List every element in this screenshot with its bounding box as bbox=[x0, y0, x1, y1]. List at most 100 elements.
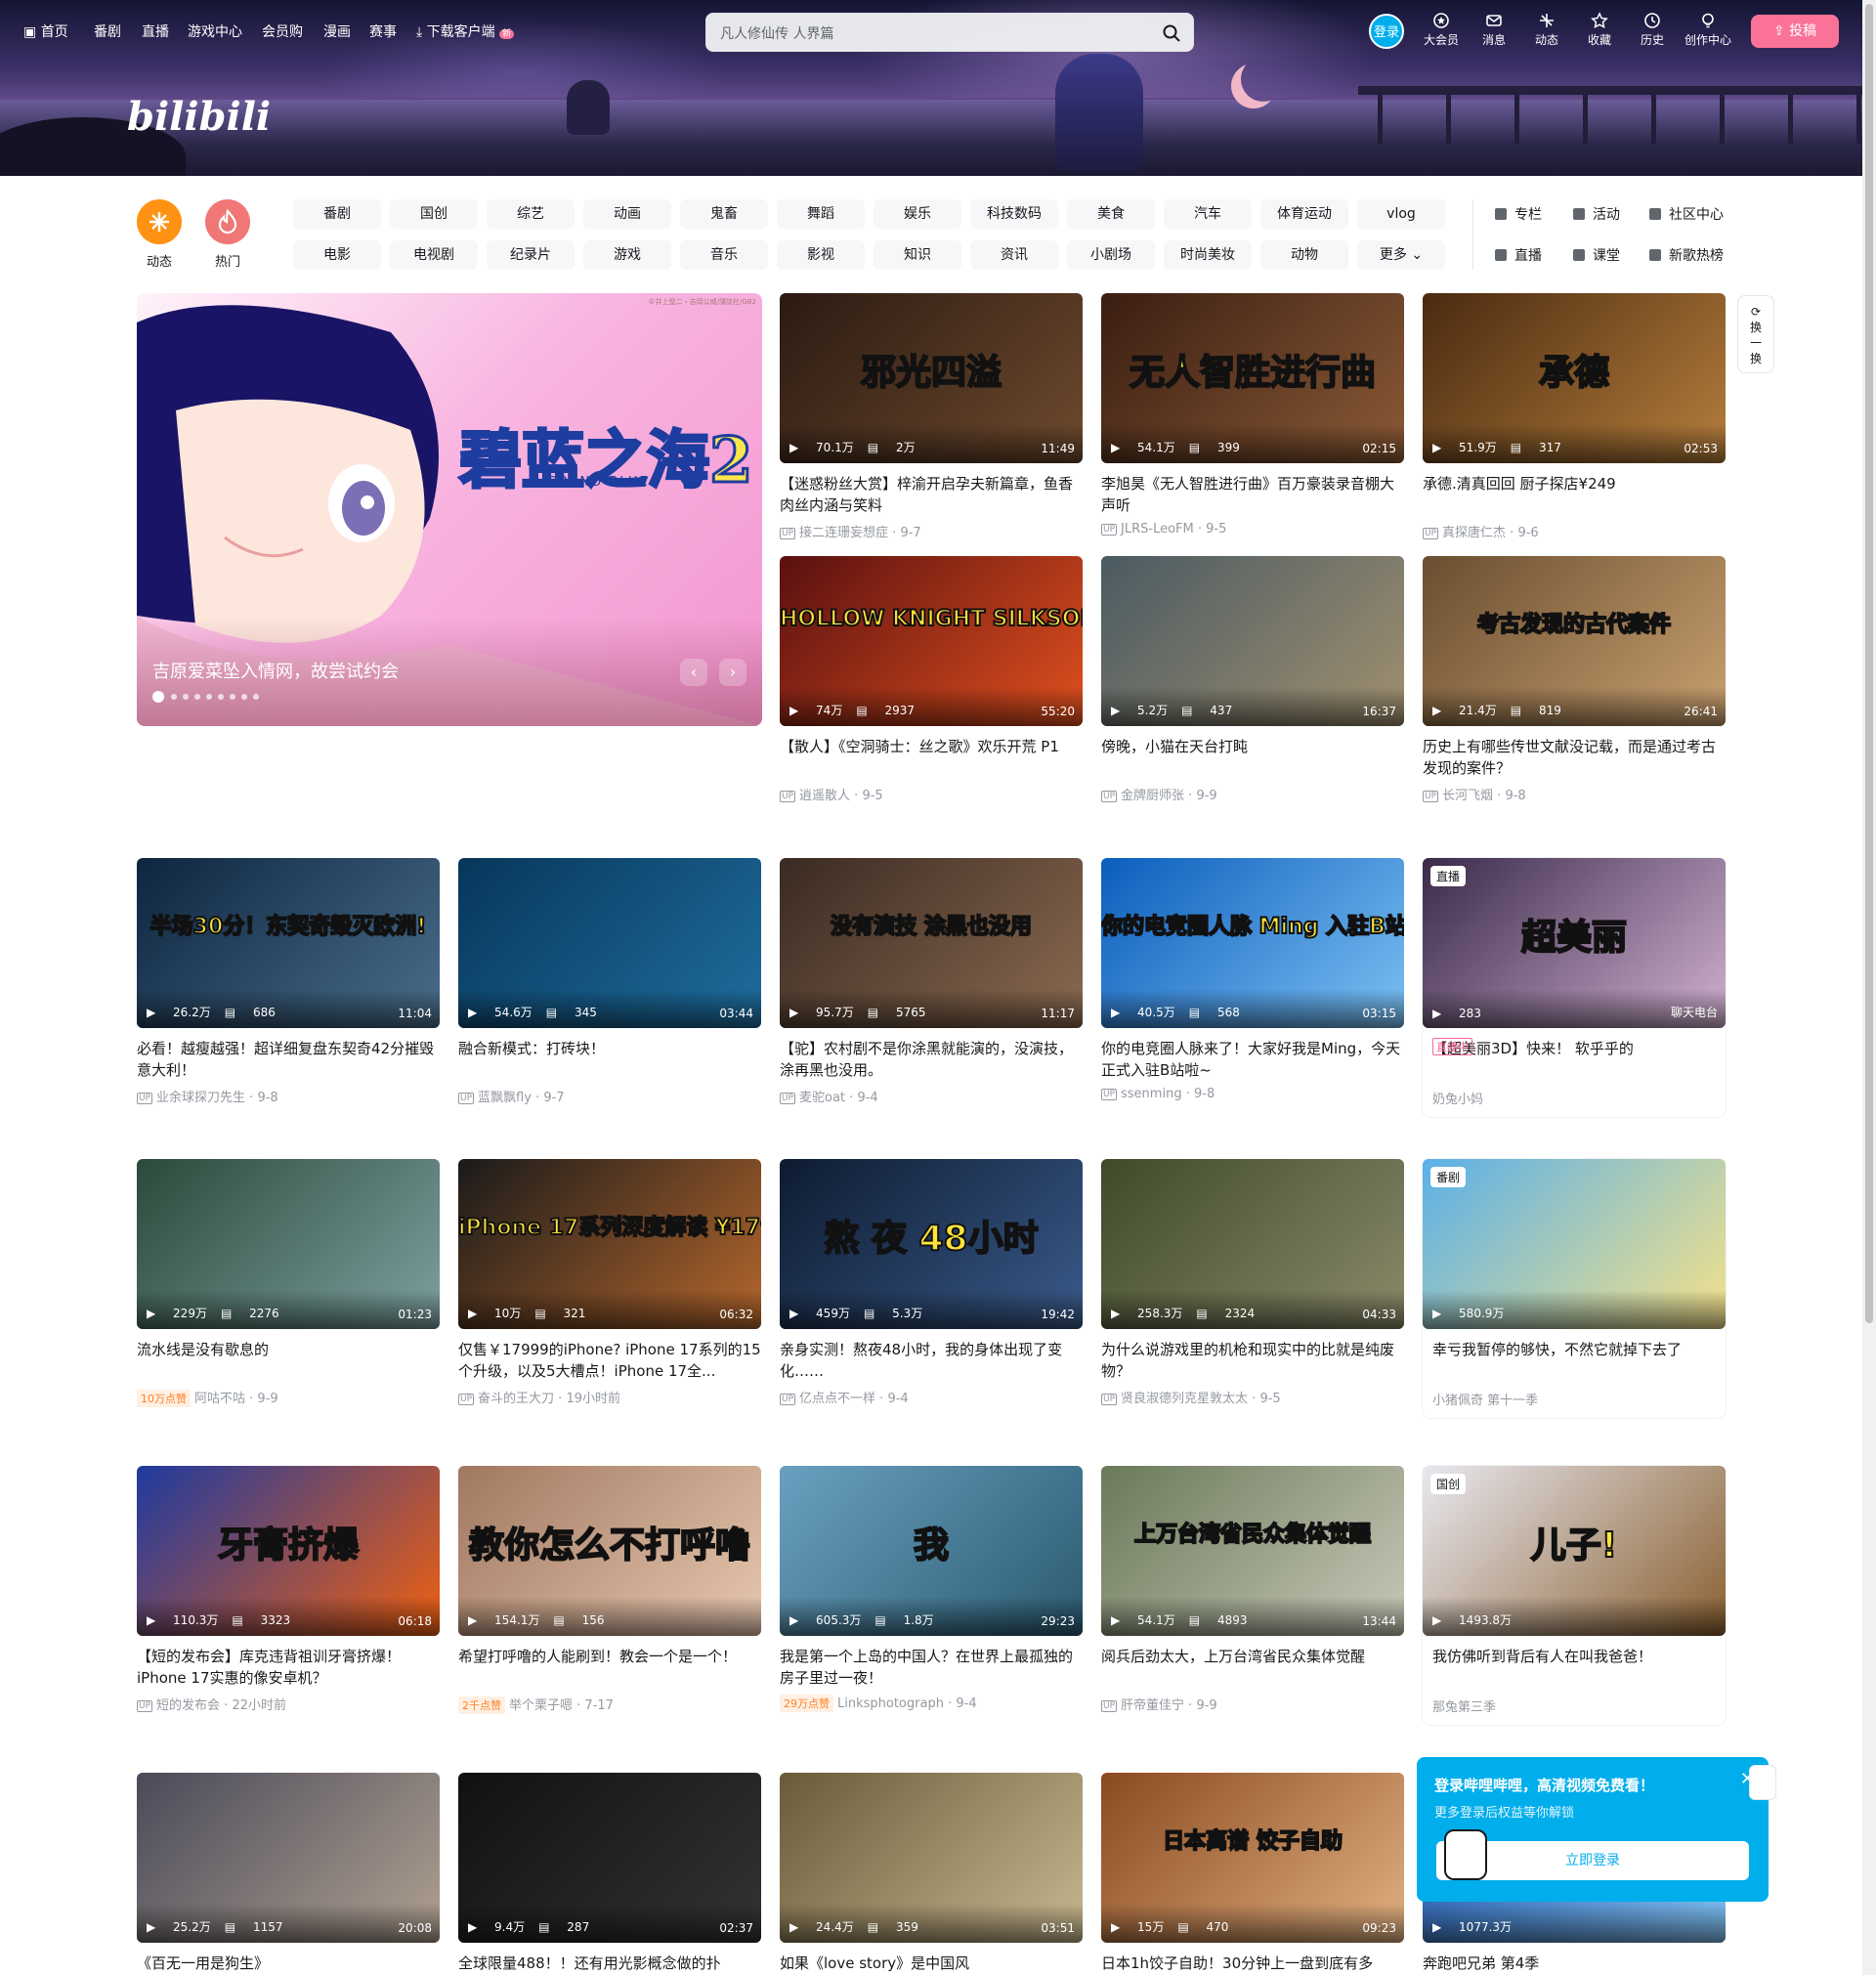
video-thumbnail[interactable]: ▶ 258.3万 ▤ 2324 04:33 bbox=[1101, 1159, 1404, 1329]
video-title[interactable]: 日本1h饺子自助！30分钟上一盘到底有多 bbox=[1101, 1953, 1404, 1975]
video-card[interactable]: 超美丽 直播 ▶ 283 聊天电台 【超美丽3D】快来！ 软乎乎的 直播中 奶兔小妈 bbox=[1423, 858, 1726, 1117]
video-title[interactable]: 我是第一个上岛的中国人？在世界上最孤独的房子里过一夜！ bbox=[780, 1646, 1083, 1689]
video-thumbnail[interactable]: 半场30分！东契奇毁灭欧洲! ▶ 26.2万 ▤ 686 11:04 bbox=[137, 858, 440, 1028]
video-title[interactable]: 【短的发布会】库克违背祖训牙膏挤爆！iPhone 17实惠的像安卓机？ bbox=[137, 1646, 440, 1689]
nav-match[interactable]: 赛事 bbox=[369, 21, 397, 41]
video-title[interactable]: 如果《love story》是中国风 bbox=[780, 1953, 1083, 1975]
video-thumbnail[interactable]: ▶ 54.6万 ▤ 345 03:44 bbox=[458, 858, 761, 1028]
video-thumbnail[interactable]: 超美丽 直播 ▶ 283 聊天电台 bbox=[1423, 858, 1726, 1028]
channel-chip[interactable]: 更多 ⌄ bbox=[1357, 240, 1445, 270]
banner-caption[interactable]: 吉原爱菜坠入情网，故尝试约会 bbox=[152, 658, 399, 683]
vip-entry[interactable]: 大会员 bbox=[1419, 12, 1464, 48]
video-title[interactable]: 【驼】农村剧不是你涂黑就能演的，没演技，涂再黑也没用。 bbox=[780, 1038, 1083, 1081]
video-thumbnail[interactable]: ▶ 9.4万 ▤ 287 02:37 bbox=[458, 1773, 761, 1943]
video-thumbnail[interactable]: 儿子! 国创 ▶ 1493.8万 bbox=[1423, 1466, 1726, 1636]
video-title[interactable]: 【散人】《空洞骑士：丝之歌》欢乐开荒 P1 bbox=[780, 736, 1083, 779]
video-title[interactable]: 我仿佛听到背后有人在叫我爸爸！ bbox=[1423, 1646, 1726, 1689]
video-card[interactable]: 上万台湾省民众集体觉醒 ▶ 54.1万 ▤ 4893 13:44 阅兵后劲太大，上万台湾… bbox=[1101, 1466, 1404, 1713]
video-owner-row[interactable]: UP 亿点点不一样 · 9-4 bbox=[780, 1388, 1083, 1406]
carousel-banner[interactable]: 碧蓝之海2 GRAND BLUE ©井上堅二・吉岡公威/講談社/GB2 吉原爱菜… bbox=[137, 293, 762, 726]
video-owner-row[interactable]: UP 奋斗的王大刀 · 19小时前 bbox=[458, 1388, 761, 1406]
video-owner-row[interactable]: UP 逍遥散人 · 9-5 bbox=[780, 785, 1083, 803]
video-thumbnail[interactable]: 承德 ▶ 51.9万 ▤ 317 02:53 bbox=[1423, 293, 1726, 463]
video-owner-row[interactable]: UP 接二连珊妄想症 · 9-7 bbox=[780, 522, 1083, 540]
page-scrollbar[interactable] bbox=[1862, 0, 1876, 1975]
video-owner-row[interactable]: UP 蓝飘飘fly · 9-7 bbox=[458, 1087, 761, 1105]
login-avatar-button[interactable]: 登录 bbox=[1369, 14, 1404, 49]
video-card[interactable]: 熬 夜 48小时 ▶ 459万 ▤ 5.3万 19:42 亲身实测！熬夜48小时，我的身… bbox=[780, 1159, 1083, 1406]
video-thumbnail[interactable]: ▶ 5.2万 ▤ 437 16:37 bbox=[1101, 556, 1404, 726]
hot-channel-button[interactable] bbox=[205, 199, 250, 244]
link-new-songs[interactable]: 新歌热榜 bbox=[1649, 245, 1724, 265]
video-owner-row[interactable]: UP 贤良淑德列克星敦太太 · 9-5 bbox=[1101, 1388, 1404, 1406]
video-title[interactable]: 《百无一用是狗生》 bbox=[137, 1953, 440, 1975]
channel-chip[interactable]: 电视剧 bbox=[390, 240, 478, 270]
carousel-prev-button[interactable]: ‹ bbox=[680, 659, 707, 686]
channel-chip[interactable]: 科技数码 bbox=[970, 199, 1058, 229]
video-thumbnail[interactable]: ▶ 25.2万 ▤ 1157 20:08 bbox=[137, 1773, 440, 1943]
video-title[interactable]: 阅兵后劲太大，上万台湾省民众集体觉醒 bbox=[1101, 1646, 1404, 1689]
video-title[interactable]: 希望打呼噜的人能刷到！教会一个是一个！ bbox=[458, 1646, 761, 1689]
video-card[interactable]: 儿子! 国创 ▶ 1493.8万 我仿佛听到背后有人在叫我爸爸！ 那兔第三季 bbox=[1423, 1466, 1726, 1725]
dynamic-channel-button[interactable] bbox=[137, 199, 182, 244]
video-thumbnail[interactable]: 番剧 ▶ 580.9万 bbox=[1423, 1159, 1726, 1329]
link-course[interactable]: 课堂 bbox=[1573, 245, 1620, 265]
channel-chip[interactable]: 汽车 bbox=[1164, 199, 1252, 229]
nav-download[interactable]: ⤓ 下载客户端 新 bbox=[416, 21, 515, 41]
video-thumbnail[interactable]: 教你怎么不打呼噜 ▶ 154.1万 ▤ 156 bbox=[458, 1466, 761, 1636]
video-owner-row[interactable]: 29万点赞 Linksphotograph · 9-4 bbox=[780, 1695, 1083, 1712]
video-title[interactable]: 李旭昊《无人智胜进行曲》百万豪装录音棚大声听 bbox=[1101, 473, 1404, 516]
video-card[interactable]: 没有演技 涂黑也没用 ▶ 95.7万 ▤ 5765 11:17 【驼】农村剧不是你涂黑就… bbox=[780, 858, 1083, 1105]
video-card[interactable]: 番剧 ▶ 580.9万幸亏我暂停的够快，不然它就掉下去了小猪佩奇 第十一季 bbox=[1423, 1159, 1726, 1418]
channel-chip[interactable]: 音乐 bbox=[680, 240, 768, 270]
nav-bangumi[interactable]: 番剧 bbox=[94, 21, 121, 41]
video-owner-row[interactable]: UP 金牌厨师张 · 9-9 bbox=[1101, 785, 1404, 803]
video-thumbnail[interactable]: ▶ 24.4万 ▤ 359 03:51 bbox=[780, 1773, 1083, 1943]
video-thumbnail[interactable]: 我 ▶ 605.3万 ▤ 1.8万 29:23 bbox=[780, 1466, 1083, 1636]
link-community[interactable]: 社区中心 bbox=[1649, 204, 1724, 224]
side-float-button[interactable] bbox=[1749, 1765, 1776, 1800]
video-card[interactable]: 我 ▶ 605.3万 ▤ 1.8万 29:23 我是第一个上岛的中国人？在世界上最孤独的… bbox=[780, 1466, 1083, 1712]
video-owner-row[interactable]: UP 真探唐仁杰 · 9-6 bbox=[1423, 522, 1726, 540]
video-thumbnail[interactable]: 牙膏挤爆 ▶ 110.3万 ▤ 3323 06:18 bbox=[137, 1466, 440, 1636]
video-title[interactable]: 奔跑吧兄弟 第4季 bbox=[1423, 1953, 1726, 1975]
video-thumbnail[interactable]: 考古发现的古代案件 ▶ 21.4万 ▤ 819 26:41 bbox=[1423, 556, 1726, 726]
nav-game-center[interactable]: 游戏中心 bbox=[188, 21, 242, 41]
video-card[interactable]: ▶ 25.2万 ▤ 1157 20:08 《百无一用是狗生》 bbox=[137, 1773, 440, 1975]
video-card[interactable]: ▶ 54.6万 ▤ 345 03:44 融合新模式：打砖块！ UP 蓝飘飘fly · 9-… bbox=[458, 858, 761, 1105]
nav-live[interactable]: 直播 bbox=[142, 21, 169, 41]
video-card[interactable]: ▶ 229万 ▤ 2276 01:23 流水线是没有歇息的 10万点赞 阿咕不咕 · 9-… bbox=[137, 1159, 440, 1407]
channel-chip[interactable]: 动物 bbox=[1260, 240, 1348, 270]
channel-chip[interactable]: 番剧 bbox=[293, 199, 381, 229]
video-card[interactable]: ▶ 9.4万 ▤ 287 02:37 全球限量488！！还有用光影概念做的扑 bbox=[458, 1773, 761, 1975]
video-card[interactable]: 牙膏挤爆 ▶ 110.3万 ▤ 3323 06:18 【短的发布会】库克违背祖训牙膏挤爆… bbox=[137, 1466, 440, 1713]
favorite-entry[interactable]: 收藏 bbox=[1577, 12, 1622, 48]
channel-chip[interactable]: 知识 bbox=[874, 240, 961, 270]
dynamic-entry[interactable]: 动态 bbox=[1524, 12, 1569, 48]
video-thumbnail[interactable]: 日本离谱 饺子自助 ▶ 15万 ▤ 470 09:23 bbox=[1101, 1773, 1404, 1943]
search-icon[interactable] bbox=[1162, 23, 1181, 43]
video-title[interactable]: 幸亏我暂停的够快，不然它就掉下去了 bbox=[1423, 1339, 1726, 1382]
video-title[interactable]: 融合新模式：打砖块！ bbox=[458, 1038, 761, 1081]
channel-chip[interactable]: 鬼畜 bbox=[680, 199, 768, 229]
video-card[interactable]: ▶ 5.2万 ▤ 437 16:37 傍晚，小猫在天台打盹 UP 金牌厨师张 · 9-9 bbox=[1101, 556, 1404, 803]
video-thumbnail[interactable]: 熬 夜 48小时 ▶ 459万 ▤ 5.3万 19:42 bbox=[780, 1159, 1083, 1329]
channel-chip[interactable]: 纪录片 bbox=[487, 240, 575, 270]
video-title[interactable]: 你的电竞圈人脉来了！大家好我是Ming，今天正式入驻B站啦~ bbox=[1101, 1038, 1404, 1081]
video-thumbnail[interactable]: 没有演技 涂黑也没用 ▶ 95.7万 ▤ 5765 11:17 bbox=[780, 858, 1083, 1028]
link-activity[interactable]: 活动 bbox=[1573, 204, 1620, 224]
video-thumbnail[interactable]: HOLLOW KNIGHT SILKSONG ▶ 74万 ▤ 2937 55:20 bbox=[780, 556, 1083, 726]
channel-chip[interactable]: 国创 bbox=[390, 199, 478, 229]
video-thumbnail[interactable]: 邪光四溢 ▶ 70.1万 ▤ 2万 11:49 bbox=[780, 293, 1083, 463]
video-title[interactable]: 亲身实测！熬夜48小时，我的身体出现了变化…… bbox=[780, 1339, 1083, 1382]
series-name[interactable]: 小猪佩奇 第十一季 bbox=[1423, 1390, 1726, 1408]
video-thumbnail[interactable]: 无人智胜进行曲 ▶ 54.1万 ▤ 399 02:15 bbox=[1101, 293, 1404, 463]
video-owner-row[interactable]: UP 麦驼oat · 9-4 bbox=[780, 1087, 1083, 1105]
channel-chip[interactable]: 时尚美妆 bbox=[1164, 240, 1252, 270]
channel-chip[interactable]: 综艺 bbox=[487, 199, 575, 229]
channel-chip[interactable]: 美食 bbox=[1067, 199, 1155, 229]
channel-chip[interactable]: 资讯 bbox=[970, 240, 1058, 270]
channel-chip[interactable]: 电影 bbox=[293, 240, 381, 270]
video-card[interactable]: 无人智胜进行曲 ▶ 54.1万 ▤ 399 02:15 李旭昊《无人智胜进行曲》百万豪装… bbox=[1101, 293, 1404, 537]
video-owner-row[interactable]: UP 短的发布会 · 22小时前 bbox=[137, 1695, 440, 1713]
